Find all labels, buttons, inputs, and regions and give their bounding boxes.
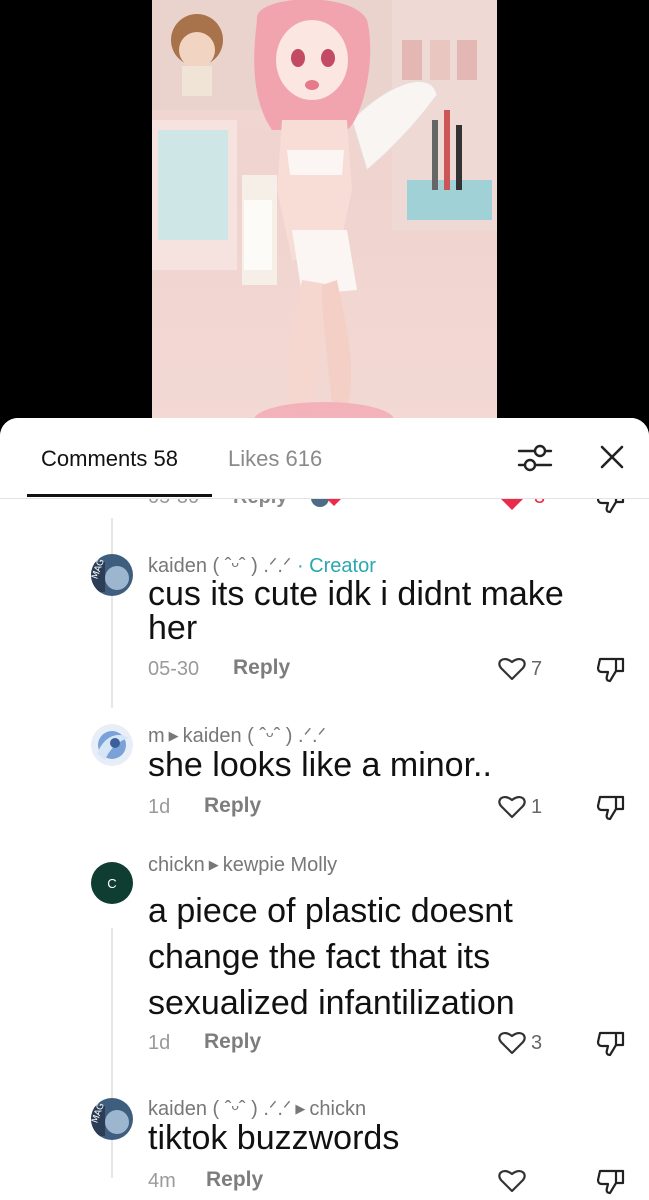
close-button[interactable] [595,440,629,474]
comment-date: 1d [148,1032,171,1054]
thumbs-down-icon[interactable] [596,1168,626,1200]
comment-item: MAG kaiden ( ˆᵕˆ ) .ᐟ.ᐟ ▶ chickn tiktok bu… [0,1098,649,1198]
heart-outline-icon[interactable] [497,656,527,687]
author-name[interactable]: kaiden ( ˆᵕˆ ) .ᐟ.ᐟ [148,555,291,577]
thumbs-down-icon[interactable] [596,498,626,519]
avatar[interactable]: MAG [91,1098,133,1140]
comment-date: 05-30 [148,498,199,509]
reply-to-name[interactable]: kewpie Molly [223,854,337,876]
video-player[interactable] [0,0,649,430]
reply-arrow-icon: ▶ [208,857,219,872]
tab-comments[interactable]: Comments 58 [41,446,178,472]
thumbs-down-icon[interactable] [596,794,626,827]
like-count: 3 [534,498,545,509]
comment-meta: 05-30 Reply 7 [0,656,649,686]
reply-button[interactable]: Reply [233,498,287,509]
comment-text: cus its cute idk i didnt make her [148,575,564,647]
creator-tag: · Creator [296,555,376,577]
previous-comment-meta: 05-30 Reply 3 [0,498,649,516]
filter-button[interactable] [515,440,555,476]
reply-arrow-icon: ▶ [168,728,179,743]
reaction-badge [310,498,344,513]
author-name[interactable]: chickn [148,854,205,876]
heart-filled-icon[interactable] [497,498,527,517]
author-name[interactable]: kaiden ( ˆᵕˆ ) .ᐟ.ᐟ [148,1098,291,1120]
comment-author[interactable]: kaiden ( ˆᵕˆ ) .ᐟ.ᐟ ▶ chickn [148,1096,366,1121]
avatar[interactable] [91,724,133,766]
avatar[interactable]: MAG [91,554,133,596]
comment-text: tiktok buzzwords [148,1119,400,1157]
reply-arrow-icon: ▶ [295,1101,306,1116]
comment-item: C chickn ▶ kewpie Molly a piece of plastic… [0,854,649,1062]
comment-author[interactable]: chickn ▶ kewpie Molly [148,854,337,877]
comment-author[interactable]: m ▶ kaiden ( ˆᵕˆ ) .ᐟ.ᐟ [148,723,326,748]
comment-item: m ▶ kaiden ( ˆᵕˆ ) .ᐟ.ᐟ she looks like a m… [0,724,649,834]
comment-meta: 1d Reply 3 [0,1030,649,1060]
reply-button[interactable]: Reply [204,794,261,818]
comments-header: Comments 58 Likes 616 [0,418,649,499]
author-name[interactable]: m [148,725,165,747]
video-frame [152,0,497,430]
reply-to-name[interactable]: kaiden ( ˆᵕˆ ) .ᐟ.ᐟ [183,725,326,747]
active-tab-indicator [27,494,212,497]
comment-meta: 1d Reply 1 [0,794,649,824]
figure-video-still [152,0,497,430]
thumbs-down-icon[interactable] [596,1030,626,1063]
heart-outline-icon[interactable] [497,794,527,825]
avatar[interactable]: C [91,862,133,904]
reply-button[interactable]: Reply [233,656,290,680]
comment-date: 1d [148,796,171,818]
comment-date: 4m [148,1170,176,1192]
heart-outline-icon[interactable] [497,1030,527,1061]
comment-date: 05-30 [148,658,200,680]
like-count: 1 [531,796,543,818]
comments-sheet: Comments 58 Likes 616 05-30 Reply [0,418,649,1200]
filter-sliders-icon [517,444,553,472]
comment-text: a piece of plastic doesnt change the fac… [148,892,515,1022]
reply-to-name[interactable]: chickn [309,1098,366,1120]
comment-text: she looks like a minor.. [148,746,492,784]
comment-list[interactable]: 05-30 Reply 3 [0,498,649,1200]
thumbs-down-icon[interactable] [596,656,626,689]
like-count: 3 [531,1032,543,1054]
tab-likes[interactable]: Likes 616 [228,446,322,472]
comment-meta: 4m Reply [0,1168,649,1198]
like-count: 7 [531,658,543,680]
avatar-letter: C [107,875,117,891]
reply-button[interactable]: Reply [204,1030,261,1054]
reply-button[interactable]: Reply [206,1168,263,1192]
close-icon [600,445,624,469]
comment-item: MAG kaiden ( ˆᵕˆ ) .ᐟ.ᐟ · Creator cus it… [0,554,649,704]
heart-outline-icon[interactable] [497,1168,527,1199]
